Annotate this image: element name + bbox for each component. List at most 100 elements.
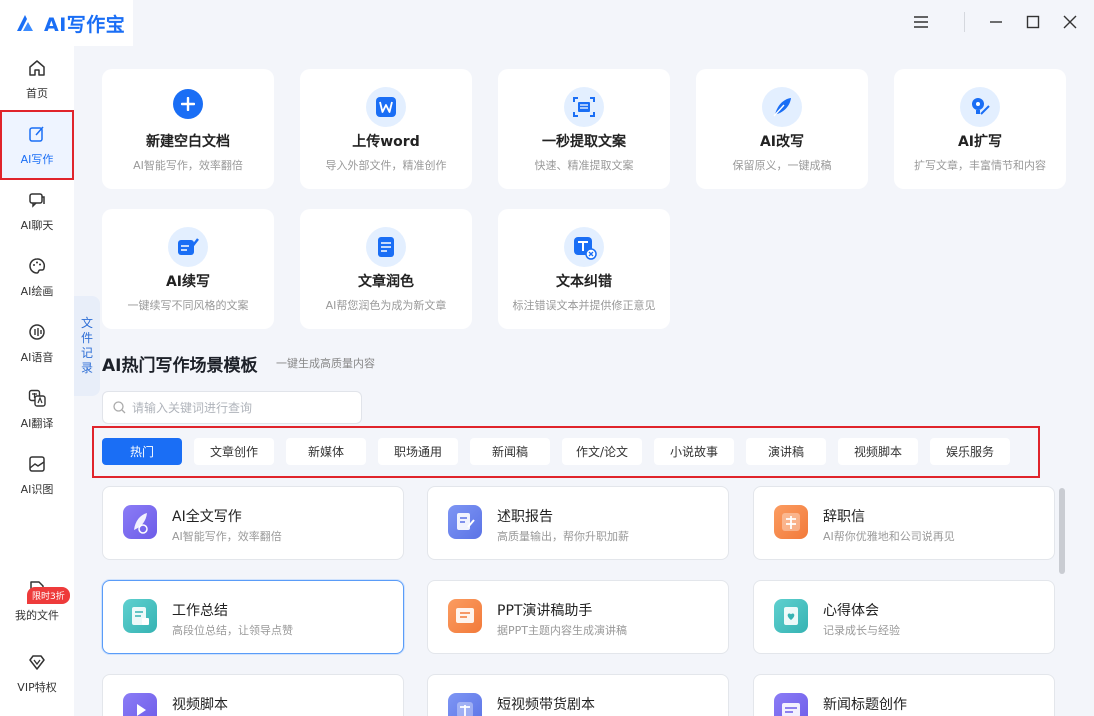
- file-records-char: 记: [80, 346, 93, 360]
- tool-desc: 标注错误文本并提供修正意见: [512, 299, 656, 312]
- feather-pen-icon: [762, 87, 802, 127]
- tool-card-extract-text[interactable]: 一秒提取文案 快速、精准提取文案: [498, 69, 670, 189]
- template-desc: AI智能写作，效率翻倍: [172, 530, 282, 543]
- template-card-reflections[interactable]: 心得体会 记录成长与经验: [753, 580, 1055, 654]
- templates-section-title: AI热门写作场景模板: [102, 356, 258, 376]
- sidebar-item-label: AI识图: [20, 482, 54, 496]
- sidebar-item-label: AI聊天: [20, 218, 54, 232]
- template-title: 视频脚本: [172, 697, 228, 713]
- sidebar-item-label: 首页: [26, 86, 48, 100]
- minimize-icon[interactable]: [983, 9, 1009, 35]
- close-icon[interactable]: [1057, 9, 1083, 35]
- diamond-icon: [29, 654, 45, 670]
- template-card-work-summary[interactable]: 工作总结 高段位总结，让领导点赞: [102, 580, 404, 654]
- file-records-label: 文件记录: [81, 316, 93, 376]
- template-card-video-script[interactable]: 视频脚本: [102, 674, 404, 716]
- template-title: 辞职信: [823, 509, 865, 525]
- sidebar-item-ai-painting[interactable]: AI绘画: [0, 246, 74, 308]
- tab-novel[interactable]: 小说故事: [654, 438, 734, 465]
- sidebar-item-home[interactable]: 首页: [0, 48, 74, 110]
- tab-news[interactable]: 新闻稿: [470, 438, 550, 465]
- tab-new-media[interactable]: 新媒体: [286, 438, 366, 465]
- template-card-work-report[interactable]: 述职报告 高质量输出，帮你升职加薪: [427, 486, 729, 560]
- maximize-icon[interactable]: [1020, 9, 1046, 35]
- template-search[interactable]: [102, 391, 362, 424]
- file-records-tab[interactable]: 文件记录: [74, 296, 100, 396]
- ppt-icon: [448, 599, 482, 633]
- app-logo: AI写作宝: [0, 0, 133, 46]
- template-title: 短视频带货剧本: [497, 697, 595, 713]
- translate-icon: [28, 389, 46, 407]
- sidebar-item-vip[interactable]: VIP特权: [0, 642, 74, 704]
- short-video-icon: [448, 693, 482, 716]
- sidebar-item-label: VIP特权: [17, 680, 57, 694]
- template-title: PPT演讲稿助手: [497, 603, 593, 619]
- title-bar: AI写作宝: [0, 0, 1094, 46]
- sidebar-item-ai-writing[interactable]: AI写作: [0, 110, 74, 180]
- search-input[interactable]: [132, 400, 352, 415]
- sidebar-item-label: AI翻译: [20, 416, 54, 430]
- sidebar-item-ai-translate[interactable]: AI翻译: [0, 378, 74, 440]
- tab-essay[interactable]: 作文/论文: [562, 438, 642, 465]
- file-records-char: 录: [80, 361, 93, 375]
- tool-title: 上传word: [352, 134, 420, 150]
- resignation-icon: [774, 505, 808, 539]
- tool-title: 一秒提取文案: [542, 134, 626, 150]
- app-title: AI写作宝: [44, 13, 126, 36]
- template-desc: 高段位总结，让领导点赞: [172, 624, 293, 637]
- tool-card-proofread[interactable]: 文本纠错 标注错误文本并提供修正意见: [498, 209, 670, 329]
- template-card-resignation[interactable]: 辞职信 AI帮你优雅地和公司说再见: [753, 486, 1055, 560]
- template-desc: AI帮你优雅地和公司说再见: [823, 530, 955, 543]
- plus-icon: [173, 89, 203, 119]
- sidebar-item-ai-image[interactable]: AI识图: [0, 444, 74, 506]
- tool-title: AI改写: [759, 134, 805, 150]
- divider: [964, 12, 965, 32]
- tool-card-polish[interactable]: 文章润色 AI帮您润色为成为新文章: [300, 209, 472, 329]
- image-icon: [29, 455, 45, 472]
- tool-desc: 导入外部文件，精准创作: [325, 159, 447, 172]
- text-correction-icon: [564, 227, 604, 267]
- sidebar-item-label: AI语音: [20, 350, 54, 364]
- tool-title: 文章润色: [358, 274, 414, 290]
- template-card-ai-full-writing[interactable]: AI全文写作 AI智能写作，效率翻倍: [102, 486, 404, 560]
- tool-desc: AI智能写作，效率翻倍: [133, 159, 243, 172]
- tool-card-ai-rewrite[interactable]: AI改写 保留原义，一键成稿: [696, 69, 868, 189]
- tool-card-new-document[interactable]: 新建空白文档 AI智能写作，效率翻倍: [102, 69, 274, 189]
- headline-icon: [774, 693, 808, 716]
- tool-desc: 一键续写不同风格的文案: [127, 299, 249, 312]
- tab-entertainment[interactable]: 娱乐服务: [930, 438, 1010, 465]
- template-title: 工作总结: [172, 603, 228, 619]
- summary-icon: [123, 599, 157, 633]
- template-card-ppt-speech[interactable]: PPT演讲稿助手 据PPT主题内容生成演讲稿: [427, 580, 729, 654]
- sidebar-item-ai-voice[interactable]: AI语音: [0, 312, 74, 374]
- sidebar-item-ai-chat[interactable]: AI聊天: [0, 180, 74, 242]
- video-icon: [123, 693, 157, 716]
- template-desc: 高质量输出，帮你升职加薪: [497, 530, 629, 543]
- tab-hot[interactable]: 热门: [102, 438, 182, 465]
- template-card-short-video-script[interactable]: 短视频带货剧本: [427, 674, 729, 716]
- template-card-news-headline[interactable]: 新闻标题创作: [753, 674, 1055, 716]
- templates-section-subtitle: 一键生成高质量内容: [276, 357, 375, 370]
- scrollbar[interactable]: [1059, 488, 1065, 574]
- tool-card-ai-expand[interactable]: AI扩写 扩写文章，丰富情节和内容: [894, 69, 1066, 189]
- tool-card-ai-continue[interactable]: AI续写 一键续写不同风格的文案: [102, 209, 274, 329]
- tab-speech[interactable]: 演讲稿: [746, 438, 826, 465]
- tool-desc: 扩写文章，丰富情节和内容: [914, 159, 1046, 172]
- sidebar-item-label: AI绘画: [20, 284, 54, 298]
- tool-title: 文本纠错: [556, 274, 612, 290]
- tool-title: AI扩写: [957, 134, 1003, 150]
- tool-card-upload-word[interactable]: 上传word 导入外部文件，精准创作: [300, 69, 472, 189]
- file-records-char: 件: [80, 331, 93, 345]
- tab-workplace[interactable]: 职场通用: [378, 438, 458, 465]
- tool-desc: 保留原义，一键成稿: [732, 159, 832, 172]
- tab-article[interactable]: 文章创作: [194, 438, 274, 465]
- vip-discount-badge: 限时3折: [27, 587, 70, 604]
- menu-icon[interactable]: [908, 9, 934, 35]
- heart-note-icon: [774, 599, 808, 633]
- document-polish-icon: [366, 227, 406, 267]
- tab-video-script[interactable]: 视频脚本: [838, 438, 918, 465]
- tool-desc: 快速、精准提取文案: [534, 159, 634, 172]
- continue-write-icon: [168, 227, 208, 267]
- file-records-char: 文: [80, 316, 93, 330]
- expand-idea-icon: [960, 87, 1000, 127]
